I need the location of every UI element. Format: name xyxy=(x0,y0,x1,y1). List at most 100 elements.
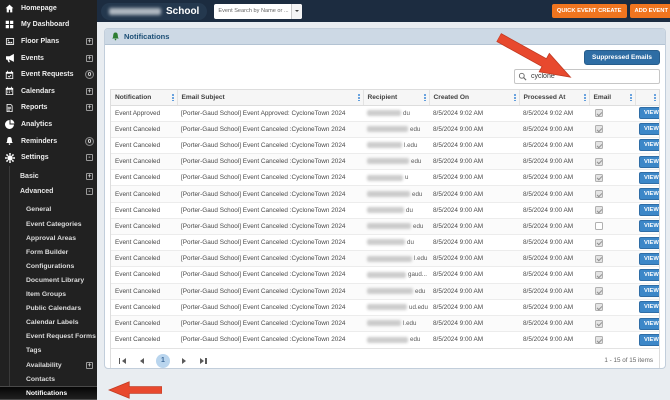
column-header-created-on[interactable]: Created On xyxy=(428,90,519,106)
cell-recipient: du xyxy=(363,105,429,121)
column-menu-icon[interactable] xyxy=(583,94,586,102)
sidebar-item-contacts[interactable]: Contacts xyxy=(10,372,97,386)
view-button[interactable]: VIEW xyxy=(639,155,659,168)
cell-recipient: gaud... xyxy=(363,266,429,284)
cell-email xyxy=(589,169,635,186)
column-header-processed-at[interactable]: Processed At xyxy=(518,90,589,106)
sidebar-item-advanced[interactable]: Advanced - xyxy=(10,184,97,199)
suppressed-emails-button[interactable]: Suppressed Emails xyxy=(584,50,660,65)
sidebar-item-label: Basic xyxy=(20,172,39,180)
view-button[interactable]: VIEW xyxy=(639,236,659,249)
sidebar-item-label: Reminders xyxy=(21,137,58,145)
sidebar-item-calendar-labels[interactable]: Calendar Labels xyxy=(10,316,97,330)
view-button[interactable]: VIEW xyxy=(639,220,659,233)
email-checkbox[interactable] xyxy=(595,303,603,312)
sidebar-item-general[interactable]: General xyxy=(10,203,97,217)
sidebar-item-public-calendars[interactable]: Public Calendars xyxy=(10,302,97,316)
sidebar-item-reports[interactable]: Reports + xyxy=(0,100,97,117)
sidebar-item-my-dashboard[interactable]: My Dashboard xyxy=(0,17,97,34)
settings-subtree: Basic + Advanced - General Event Categories Ap… xyxy=(0,165,97,400)
view-button[interactable]: VIEW xyxy=(639,188,659,201)
sidebar-item-event-request-forms[interactable]: Event Request Forms xyxy=(10,330,97,344)
sidebar-item-approval-areas[interactable]: Approval Areas xyxy=(10,231,97,245)
view-button[interactable]: VIEW xyxy=(639,123,659,136)
collapse-icon[interactable]: - xyxy=(86,154,93,162)
count-badge: 0 xyxy=(85,136,94,146)
expand-icon[interactable]: + xyxy=(86,87,93,95)
column-menu-icon[interactable] xyxy=(654,94,656,102)
column-header-email[interactable]: Email xyxy=(588,90,635,106)
quick-event-create-button[interactable]: QUICK EVENT CREATE xyxy=(551,4,627,18)
add-event-button[interactable]: ADD EVENT xyxy=(629,4,670,18)
view-button[interactable]: VIEW xyxy=(639,107,659,120)
sidebar-item-analytics[interactable]: Analytics xyxy=(0,116,97,133)
email-checkbox[interactable] xyxy=(595,222,603,231)
column-menu-icon[interactable] xyxy=(357,94,360,102)
column-menu-icon[interactable] xyxy=(513,94,516,102)
expand-icon[interactable]: + xyxy=(86,361,93,369)
email-checkbox[interactable] xyxy=(595,109,603,118)
view-button[interactable]: VIEW xyxy=(639,333,659,346)
collapse-icon[interactable]: - xyxy=(86,187,93,195)
email-checkbox[interactable] xyxy=(595,206,603,215)
view-button[interactable]: VIEW xyxy=(639,139,659,152)
view-button[interactable]: VIEW xyxy=(639,301,659,314)
column-menu-icon[interactable] xyxy=(423,94,426,102)
sidebar-item-floor-plans[interactable]: Floor Plans + xyxy=(0,33,97,50)
email-checkbox[interactable] xyxy=(595,190,603,199)
sidebar-item-basic[interactable]: Basic + xyxy=(10,169,97,184)
sidebar-item-availability[interactable]: Availability + xyxy=(10,358,97,372)
email-checkbox[interactable] xyxy=(595,335,603,344)
sidebar-item-configurations[interactable]: Configurations xyxy=(10,259,97,273)
cell-email-subject: [Porter-Gaud School] Event Canceled :Cyc… xyxy=(177,217,363,235)
email-checkbox[interactable] xyxy=(595,157,603,166)
column-header-view[interactable] xyxy=(634,90,659,106)
expand-icon[interactable]: + xyxy=(86,172,93,180)
email-checkbox[interactable] xyxy=(595,254,603,263)
event-search-select[interactable]: Event Search by Name or ... xyxy=(214,3,303,19)
pager-current-page[interactable]: 1 xyxy=(155,353,170,368)
sidebar-item-tags[interactable]: Tags xyxy=(10,344,97,358)
expand-icon[interactable]: + xyxy=(86,37,93,45)
column-header-notification[interactable]: Notification xyxy=(111,90,177,106)
view-button[interactable]: VIEW xyxy=(639,317,659,330)
email-checkbox[interactable] xyxy=(595,238,603,247)
cell-email xyxy=(589,136,635,154)
email-checkbox[interactable] xyxy=(595,319,603,328)
email-checkbox[interactable] xyxy=(595,125,603,134)
pager-last-button[interactable] xyxy=(198,356,209,367)
view-button[interactable]: VIEW xyxy=(639,268,659,281)
sidebar-item-reminders[interactable]: Reminders 0 xyxy=(0,133,97,150)
view-button[interactable]: VIEW xyxy=(639,171,659,184)
pager-prev-button[interactable] xyxy=(138,356,146,366)
main-area: School Event Search by Name or ... QUICK… xyxy=(97,0,670,400)
email-checkbox[interactable] xyxy=(595,270,603,279)
expand-icon[interactable]: + xyxy=(86,54,93,62)
sidebar-item-document-library[interactable]: Document Library xyxy=(10,273,97,287)
sidebar-item-notifications[interactable]: Notifications xyxy=(0,386,97,400)
sidebar-item-event-requests[interactable]: Event Requests 0 xyxy=(0,66,97,83)
email-checkbox[interactable] xyxy=(595,141,603,150)
sidebar-item-event-categories[interactable]: Event Categories xyxy=(10,217,97,231)
email-checkbox[interactable] xyxy=(595,173,603,182)
column-header-label: Created On xyxy=(433,93,470,101)
sidebar-item-settings[interactable]: Settings - xyxy=(0,149,97,166)
column-menu-icon[interactable] xyxy=(171,94,174,102)
sidebar-item-calendars[interactable]: Calendars + xyxy=(0,83,97,100)
view-button[interactable]: VIEW xyxy=(639,252,659,265)
column-header-recipient[interactable]: Recipient xyxy=(362,90,429,106)
sidebar-item-homepage[interactable]: Homepage xyxy=(0,0,97,17)
view-button[interactable]: VIEW xyxy=(639,285,659,298)
email-checkbox[interactable] xyxy=(595,287,603,296)
view-button[interactable]: VIEW xyxy=(639,204,659,217)
sidebar-item-events[interactable]: Events + xyxy=(0,50,97,67)
sidebar-item-form-builder[interactable]: Form Builder xyxy=(10,245,97,259)
pager-first-button[interactable] xyxy=(117,356,128,367)
chevron-down-icon[interactable] xyxy=(291,3,303,19)
column-menu-icon[interactable] xyxy=(629,94,632,102)
column-header-email-subject[interactable]: Email Subject xyxy=(176,90,363,106)
expand-icon[interactable]: + xyxy=(86,104,93,112)
pager-next-button[interactable] xyxy=(180,356,188,366)
redacted-recipient xyxy=(367,287,413,294)
sidebar-item-item-groups[interactable]: Item Groups xyxy=(10,288,97,302)
